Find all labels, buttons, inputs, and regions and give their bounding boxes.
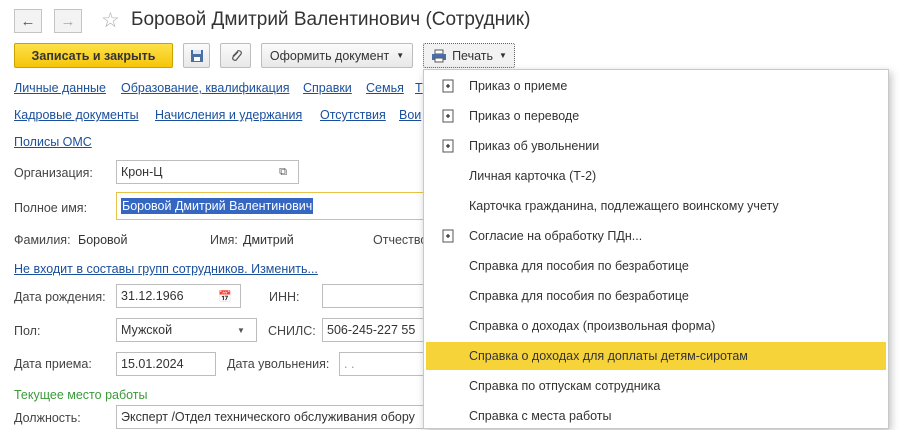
organization-value: Крон-Ц	[121, 165, 163, 179]
link-truncated-row1[interactable]: Т	[415, 81, 423, 95]
menu-item-vacation-report[interactable]: Справка по отпускам сотрудника	[426, 372, 886, 400]
link-military-truncated[interactable]: Вои	[399, 108, 421, 122]
print-doc-icon	[442, 79, 454, 93]
link-education[interactable]: Образование, квалификация	[121, 81, 290, 95]
groups-link[interactable]: Не входит в составы групп сотрудников. И…	[14, 262, 318, 276]
link-absences[interactable]: Отсутствия	[320, 108, 386, 122]
arrow-left-icon: ←	[20, 12, 36, 30]
birthdate-input[interactable]: 31.12.1966 📅	[116, 284, 241, 308]
inn-label: ИНН:	[269, 290, 300, 304]
menu-item-label: Приказ о переводе	[469, 109, 580, 123]
birthdate-label: Дата рождения:	[14, 290, 106, 304]
link-accruals[interactable]: Начисления и удержания	[155, 108, 302, 122]
open-icon[interactable]: ⧉	[272, 161, 294, 183]
menu-item-label: Личная карточка (Т-2)	[469, 169, 597, 183]
calendar-icon[interactable]: 📅	[214, 285, 236, 307]
surname-label: Фамилия:	[14, 233, 71, 247]
organization-label: Организация:	[14, 166, 93, 180]
dismissal-date-label: Дата увольнения:	[227, 357, 330, 371]
gender-label: Пол:	[14, 324, 41, 338]
surname-value: Боровой	[78, 233, 128, 247]
menu-item-label: Карточка гражданина, подлежащего воинско…	[469, 199, 779, 213]
name-label: Имя:	[210, 233, 238, 247]
paperclip-icon	[231, 49, 242, 61]
snils-input[interactable]: 506-245-227 55	[322, 318, 425, 342]
link-certificates[interactable]: Справки	[303, 81, 352, 95]
menu-item-label: Справка по отпускам сотрудника	[469, 379, 661, 393]
menu-item-military-card[interactable]: Карточка гражданина, подлежащего воинско…	[426, 192, 886, 220]
position-field[interactable]: Эксперт /Отдел технического обслуживания…	[116, 405, 426, 429]
fullname-label: Полное имя:	[14, 201, 88, 215]
menu-item-pd-consent[interactable]: Согласие на обработку ПДн...	[426, 222, 886, 250]
issue-document-label: Оформить документ	[269, 48, 390, 63]
inn-input[interactable]	[322, 284, 425, 308]
caret-down-icon[interactable]: ▼	[230, 319, 252, 341]
link-family[interactable]: Семья	[366, 81, 404, 95]
save-and-close-button[interactable]: Записать и закрыть	[14, 43, 173, 68]
dismissal-date-input[interactable]: . .	[339, 352, 425, 376]
menu-item-label: Приказ об увольнении	[469, 139, 600, 153]
link-hr-documents[interactable]: Кадровые документы	[14, 108, 139, 122]
floppy-disk-icon	[190, 49, 203, 62]
menu-item-label: Справка для пособия по безработице	[469, 259, 689, 273]
menu-item-label: Согласие на обработку ПДн...	[469, 229, 643, 243]
printer-icon	[432, 49, 447, 62]
dismissal-date-value: . .	[344, 357, 355, 371]
name-value: Дмитрий	[243, 233, 294, 247]
print-dropdown-menu: Приказ о приеме Приказ о переводе Приказ…	[423, 69, 889, 429]
fullname-input[interactable]: Боровой Дмитрий Валентинович	[116, 192, 426, 220]
menu-item-transfer-order[interactable]: Приказ о переводе	[426, 102, 886, 130]
gender-select[interactable]: Мужской ▼	[116, 318, 257, 342]
organization-field[interactable]: Крон-Ц ⧉	[116, 160, 299, 184]
menu-item-label: Справка для пособия по безработице	[469, 289, 689, 303]
fullname-value: Боровой Дмитрий Валентинович	[121, 198, 314, 214]
menu-item-personal-card[interactable]: Личная карточка (Т-2)	[426, 162, 886, 190]
workplace-section-header: Текущее место работы	[14, 388, 148, 402]
print-doc-icon	[442, 109, 454, 123]
snils-label: СНИЛС:	[268, 324, 316, 338]
patronymic-label: Отчество	[373, 233, 428, 247]
back-button[interactable]: ←	[14, 9, 42, 33]
menu-item-unemployment-2[interactable]: Справка для пособия по безработице	[426, 282, 886, 310]
menu-item-label: Справка с места работы	[469, 409, 612, 423]
save-button[interactable]	[183, 43, 210, 68]
attach-button[interactable]	[220, 43, 251, 68]
print-doc-icon	[442, 139, 454, 153]
print-button[interactable]: Печать ▼	[423, 43, 515, 68]
hire-date-value: 15.01.2024	[121, 357, 184, 371]
menu-item-employment-certificate[interactable]: Справка с места работы	[426, 402, 886, 430]
print-label: Печать	[452, 48, 494, 63]
menu-item-income-orphans[interactable]: Справка о доходах для доплаты детям-сиро…	[426, 342, 886, 370]
arrow-right-icon: →	[60, 12, 76, 30]
gender-value: Мужской	[121, 323, 173, 337]
position-value: Эксперт /Отдел технического обслуживания…	[121, 410, 415, 424]
snils-value: 506-245-227 55	[327, 323, 416, 337]
menu-item-dismissal-order[interactable]: Приказ об увольнении	[426, 132, 886, 160]
menu-item-income-free-form[interactable]: Справка о доходах (произвольная форма)	[426, 312, 886, 340]
caret-down-icon: ▼	[499, 51, 507, 60]
issue-document-button[interactable]: Оформить документ ▼	[261, 43, 413, 68]
birthdate-value: 31.12.1966	[121, 289, 184, 303]
menu-item-label: Приказ о приеме	[469, 79, 568, 93]
print-doc-icon	[442, 229, 454, 243]
star-icon[interactable]: ☆	[101, 8, 120, 33]
menu-item-label: Справка о доходах (произвольная форма)	[469, 319, 716, 333]
hire-date-input[interactable]: 15.01.2024	[116, 352, 216, 376]
menu-item-unemployment-1[interactable]: Справка для пособия по безработице	[426, 252, 886, 280]
caret-down-icon: ▼	[396, 51, 405, 60]
link-oms-policies[interactable]: Полисы ОМС	[14, 135, 92, 149]
window-title: Боровой Дмитрий Валентинович (Сотрудник)	[131, 9, 531, 30]
hire-date-label: Дата приема:	[14, 357, 92, 371]
menu-item-hire-order[interactable]: Приказ о приеме	[426, 72, 886, 100]
forward-button[interactable]: →	[54, 9, 82, 33]
menu-item-label: Справка о доходах для доплаты детям-сиро…	[469, 349, 748, 363]
link-personal-data[interactable]: Личные данные	[14, 81, 106, 95]
position-label: Должность:	[14, 411, 81, 425]
